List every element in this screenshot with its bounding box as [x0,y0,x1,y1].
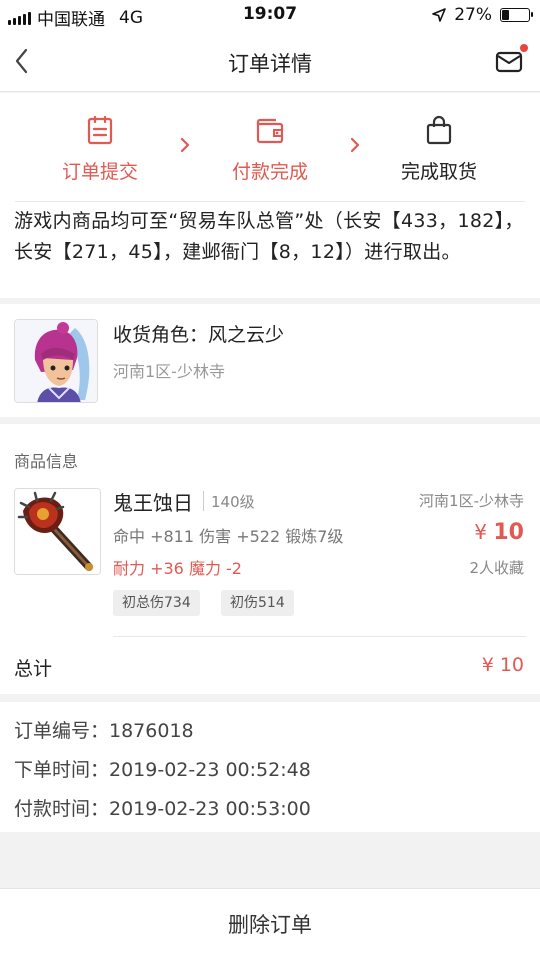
item-tag: 初伤514 [221,590,294,616]
delete-order-button[interactable]: 删除订单 [0,909,540,939]
divider [113,636,526,637]
order-progress: 订单提交 付款完成 完成取货 [0,93,540,201]
goods-info: 商品信息 鬼王蚀日 140级 命中 +811 伤害 +522 锻炼7级 耐力 +… [0,424,540,636]
item-price: ¥ 10 [474,520,524,545]
order-paid-time: 付款时间：2019-02-23 00:53:00 [14,798,311,820]
battery-percent: 27% [454,5,492,25]
role-server: 河南1区-少林寺 [113,362,225,381]
order-number: 订单编号：1876018 [14,720,194,742]
item-name: 鬼王蚀日 [113,491,193,515]
pickup-notice: 游戏内商品均可至“贸易车队总管”处（长安【433，182】，长安【271，45】… [0,201,540,298]
step-label: 付款完成 [231,161,308,183]
item-tag: 初总伤734 [113,590,200,616]
step-label: 完成取货 [400,161,477,183]
clipboard-icon [87,115,113,145]
status-bar: 中国联通 4G 19:07 27% [0,0,540,30]
item-level: 140级 [211,493,255,511]
total-amount: ¥ 10 [481,654,524,676]
price-symbol: ¥ [474,520,488,544]
item-image[interactable] [14,488,101,575]
divider [15,201,525,202]
step-pickup-complete: 完成取货 [379,115,499,184]
step-payment-complete: 付款完成 [210,115,330,184]
item-server: 河南1区-少林寺 [419,492,524,510]
role-avatar [14,319,98,403]
order-meta: 订单编号：1876018 下单时间：2019-02-23 00:52:48 付款… [0,702,540,832]
battery-icon [500,8,533,22]
item-stats: 命中 +811 伤害 +522 锻炼7级 [113,527,344,546]
wallet-icon [256,118,284,144]
unread-dot [520,44,528,52]
order-created-time: 下单时间：2019-02-23 00:52:48 [14,759,311,781]
bag-icon [426,115,452,145]
order-total: 总计 ¥ 10 [0,636,540,694]
nav-bar: 订单详情 [0,30,540,92]
item-stats-secondary: 耐力 +36 魔力 -2 [113,559,242,578]
role-name: 收货角色：风之云少 [113,324,285,346]
total-label: 总计 [14,658,53,680]
step-order-submitted: 订单提交 [40,115,160,184]
location-arrow-icon [432,8,447,22]
chevron-right-icon [350,137,360,153]
receiving-role-card: 收货角色：风之云少 河南1区-少林寺 [0,304,540,417]
divider [203,491,204,511]
favorites-count: 2人收藏 [469,559,524,577]
bottom-action-bar: 删除订单 [0,888,540,960]
page-title: 订单详情 [228,52,312,76]
step-label: 订单提交 [61,161,138,183]
chevron-right-icon [180,137,190,153]
section-header: 商品信息 [14,452,79,471]
price-value: 10 [493,520,524,545]
notice-text: 游戏内商品均可至“贸易车队总管”处（长安【433，182】，长安【271，45】… [14,210,524,263]
